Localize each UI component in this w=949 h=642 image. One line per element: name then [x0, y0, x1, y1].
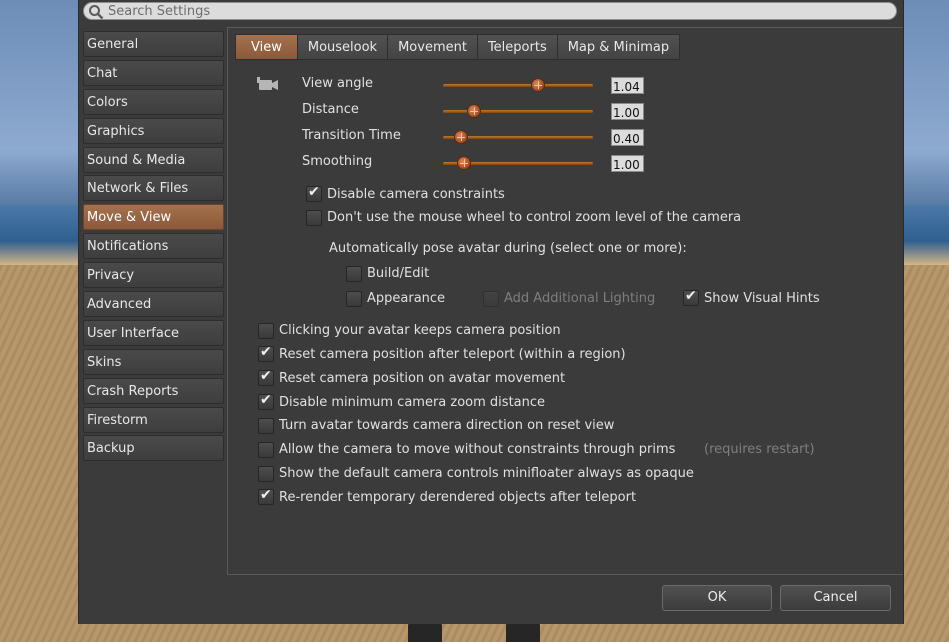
visual-hints-checkbox[interactable] [683, 288, 699, 306]
opaque-minifloater-label: Show the default camera controls miniflo… [279, 466, 694, 481]
reset-on-movement-checkbox[interactable] [258, 368, 274, 386]
sidebar-item-graphics[interactable]: Graphics [83, 117, 224, 144]
requires-restart-note: (requires restart) [704, 442, 815, 457]
visual-hints-label: Show Visual Hints [704, 291, 820, 306]
turn-avatar-checkbox[interactable] [258, 418, 274, 434]
sidebar-item-backup[interactable]: Backup [83, 435, 224, 462]
sidebar-item-colors[interactable]: Colors [83, 88, 224, 115]
smoothing-slider-thumb[interactable] [456, 156, 471, 170]
reset-after-teleport-checkbox[interactable] [258, 344, 274, 362]
sidebar-item-firestorm[interactable]: Firestorm [83, 406, 224, 433]
view-angle-slider-track[interactable] [443, 84, 593, 87]
sidebar-item-privacy[interactable]: Privacy [83, 262, 224, 289]
smoothing-label: Smoothing [302, 154, 373, 169]
transition-time-value[interactable]: 0.40 [611, 129, 644, 146]
reset-after-teleport-label: Reset camera position after teleport (wi… [279, 347, 626, 362]
sidebar-item-move-view[interactable]: Move & View [83, 204, 224, 231]
distance-value[interactable]: 1.00 [611, 103, 644, 120]
disable-min-zoom-label: Disable minimum camera zoom distance [279, 395, 546, 410]
autopose-header: Automatically pose avatar during (select… [329, 241, 687, 256]
sidebar-item-advanced[interactable]: Advanced [83, 291, 224, 318]
build-edit-label: Build/Edit [367, 266, 430, 281]
no-mouse-wheel-label: Don't use the mouse wheel to control zoo… [327, 210, 742, 225]
no-mouse-wheel-checkbox[interactable] [306, 210, 322, 226]
tab-mouselook[interactable]: Mouselook [297, 34, 389, 60]
camera-through-prims-label: Allow the camera to move without constra… [279, 442, 676, 457]
view-angle-value[interactable]: 1.04 [611, 77, 644, 94]
smoothing-value[interactable]: 1.00 [611, 155, 644, 172]
search-bar[interactable] [83, 2, 897, 20]
opaque-minifloater-checkbox[interactable] [258, 466, 274, 482]
transition-time-label: Transition Time [302, 128, 401, 143]
turn-avatar-label: Turn avatar towards camera direction on … [279, 418, 615, 433]
build-edit-checkbox[interactable] [346, 266, 362, 282]
sidebar-item-crash-reports[interactable]: Crash Reports [83, 377, 224, 404]
view-angle-label: View angle [302, 76, 374, 91]
camera-through-prims-checkbox[interactable] [258, 442, 274, 458]
sidebar-item-general[interactable]: General [83, 31, 224, 57]
disable-constraints-checkbox[interactable] [306, 184, 322, 202]
sidebar: General Chat Colors Graphics Sound & Med… [83, 31, 224, 464]
search-input[interactable] [108, 3, 878, 19]
reset-on-movement-label: Reset camera position on avatar movement [279, 371, 566, 386]
tab-bar: View Mouselook Movement Teleports Map & … [235, 34, 681, 61]
search-icon [89, 5, 104, 20]
appearance-label: Appearance [367, 291, 446, 306]
add-lighting-label: Add Additional Lighting [504, 291, 656, 306]
ok-button[interactable]: OK [662, 585, 772, 611]
appearance-checkbox[interactable] [346, 291, 362, 307]
disable-constraints-label: Disable camera constraints [327, 187, 505, 202]
sidebar-item-chat[interactable]: Chat [83, 59, 224, 86]
add-lighting-checkbox[interactable] [483, 291, 499, 307]
keep-camera-position-checkbox[interactable] [258, 323, 274, 339]
distance-slider-track[interactable] [443, 110, 593, 113]
sidebar-item-network-files[interactable]: Network & Files [83, 175, 224, 202]
camera-icon [257, 77, 278, 90]
keep-camera-position-label: Clicking your avatar keeps camera positi… [279, 323, 561, 338]
sidebar-item-notifications[interactable]: Notifications [83, 233, 224, 260]
preferences-floater: General Chat Colors Graphics Sound & Med… [78, 0, 904, 624]
cancel-button[interactable]: Cancel [780, 585, 891, 611]
tab-teleports[interactable]: Teleports [477, 34, 558, 60]
distance-label: Distance [302, 102, 359, 117]
tab-movement[interactable]: Movement [388, 34, 478, 60]
sidebar-item-user-interface[interactable]: User Interface [83, 319, 224, 346]
sidebar-item-skins[interactable]: Skins [83, 348, 224, 375]
sidebar-item-sound-media[interactable]: Sound & Media [83, 146, 224, 173]
rerender-derendered-label: Re-render temporary derendered objects a… [279, 490, 637, 505]
rerender-derendered-checkbox[interactable] [258, 487, 274, 505]
tab-map-minimap[interactable]: Map & Minimap [557, 34, 681, 60]
disable-min-zoom-checkbox[interactable] [258, 392, 274, 410]
transition-time-slider-thumb[interactable] [453, 130, 468, 144]
tab-view[interactable]: View [235, 34, 298, 60]
